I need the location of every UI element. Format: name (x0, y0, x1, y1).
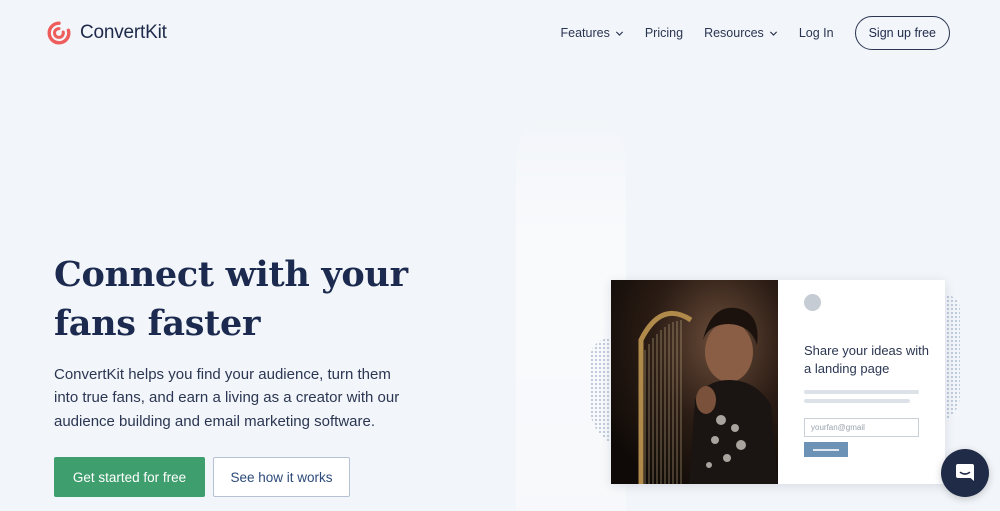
chat-bubble-icon (956, 464, 974, 481)
brand-logo[interactable]: ConvertKit (46, 20, 167, 46)
nav-item-label: Pricing (644, 26, 684, 40)
nav-item-label: Features (560, 26, 610, 40)
nav-links: Features Pricing Resources Log In Sign u… (561, 16, 950, 50)
nav-item-label: Log In (798, 26, 834, 40)
background-shape (516, 108, 626, 511)
brand-name: ConvertKit (80, 22, 167, 43)
get-started-button[interactable]: Get started for free (54, 457, 205, 497)
chat-launcher-button[interactable] (941, 449, 989, 497)
nav-item-resources[interactable]: Resources (704, 26, 778, 40)
nav-item-pricing[interactable]: Pricing (645, 26, 683, 40)
landing-page-form-content: Share your ideas with a landing page you… (611, 280, 945, 484)
email-input[interactable]: yourfan@gmail (804, 418, 919, 437)
placeholder-text-line (804, 390, 919, 394)
chevron-down-icon (769, 30, 777, 36)
convertkit-swirl-icon (47, 21, 71, 45)
landing-page-title: Share your ideas with a landing page (804, 343, 930, 376)
hero-cta-row: Get started for free See how it works (54, 457, 350, 497)
nav-item-login[interactable]: Log In (799, 26, 834, 40)
see-how-it-works-button[interactable]: See how it works (213, 457, 350, 497)
subscribe-button[interactable] (804, 442, 848, 457)
avatar (804, 294, 821, 311)
hero-headline: Connect with your fans faster (54, 254, 408, 344)
placeholder-text-line (804, 399, 910, 403)
nav-item-features[interactable]: Features (561, 26, 624, 40)
sign-up-button[interactable]: Sign up free (854, 16, 950, 50)
nav-item-label: Resources (704, 26, 764, 40)
button-label-placeholder (813, 448, 839, 451)
chevron-down-icon (615, 30, 623, 36)
hero-subtext: ConvertKit helps you find your audience,… (54, 366, 400, 430)
top-navigation: ConvertKit Features Pricing Resources Lo… (0, 0, 1000, 66)
